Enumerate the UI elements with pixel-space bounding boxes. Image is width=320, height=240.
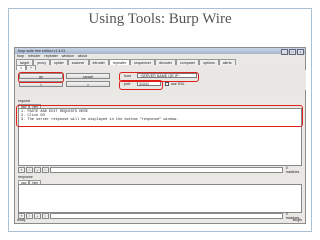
cancel-button[interactable]: cancel xyxy=(66,73,110,79)
response-viewer[interactable] xyxy=(18,184,302,213)
help-icon[interactable]: ? xyxy=(18,166,25,173)
request-header: request xyxy=(18,99,30,103)
go-highlight xyxy=(18,72,64,83)
request-search-input[interactable] xyxy=(49,166,283,173)
request-match-count: 0 matches xyxy=(285,165,300,174)
tab-spider[interactable]: spider xyxy=(50,59,68,65)
tab-scanner[interactable]: scanner xyxy=(67,59,89,65)
slide-title: Using Tools: Burp Wire xyxy=(88,11,232,27)
window-title: burp suite free edition v1.4.01 xyxy=(18,49,66,53)
request-highlight xyxy=(16,105,303,127)
use-ssl-label: use SSL xyxy=(171,82,185,86)
tab-intruder[interactable]: intruder xyxy=(88,59,109,65)
forward-button[interactable]: > xyxy=(66,81,110,87)
tab-options[interactable]: options xyxy=(199,59,219,65)
tab-decoder[interactable]: decoder xyxy=(154,59,176,65)
use-ssl-checkbox[interactable] xyxy=(165,81,169,86)
tab-comparer[interactable]: comparer xyxy=(175,59,200,65)
status-bar: ready length xyxy=(15,218,305,223)
tab-alerts[interactable]: alerts xyxy=(218,59,236,65)
plus-icon[interactable]: + xyxy=(33,166,41,173)
port-highlight xyxy=(119,80,163,90)
status-text: ready xyxy=(17,218,26,222)
burp-window: burp suite free edition v1.4.01 _ □ x bu… xyxy=(14,47,306,224)
tab-sequencer[interactable]: sequencer xyxy=(130,59,155,65)
request-search-bar: ? < + > 0 matches xyxy=(18,165,302,174)
response-header: response xyxy=(18,175,33,179)
tool-tabs: target proxy spider scanner intruder rep… xyxy=(16,59,306,65)
tab-repeater[interactable]: repeater xyxy=(108,59,131,65)
length-label: length xyxy=(292,218,302,222)
next-icon[interactable]: > xyxy=(41,166,49,173)
previous-icon[interactable]: < xyxy=(25,166,33,173)
